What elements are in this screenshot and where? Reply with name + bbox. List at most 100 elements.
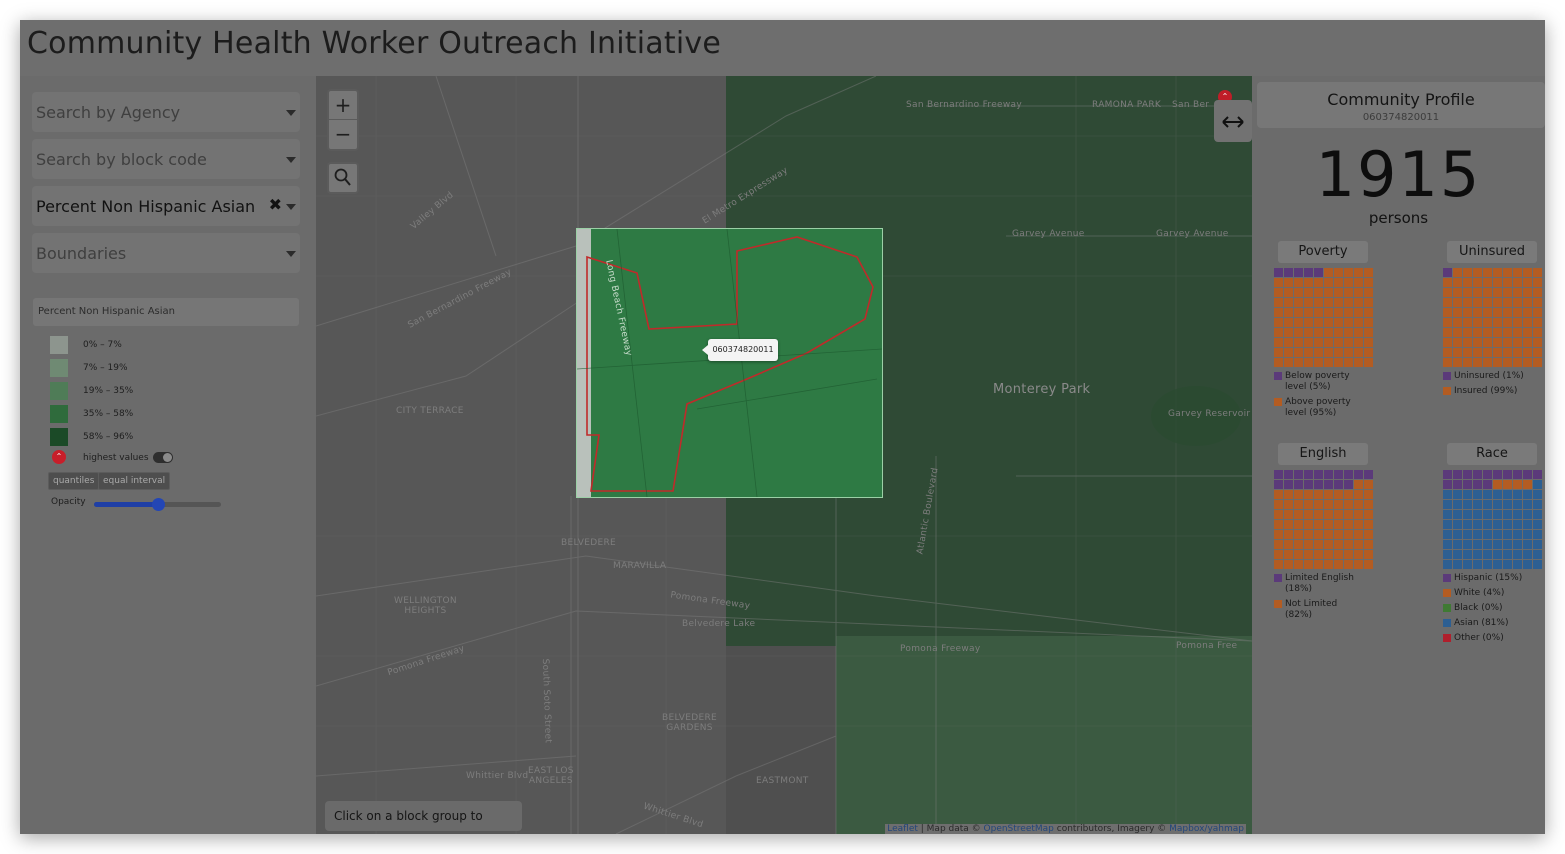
- waffle-cell: [1354, 530, 1363, 539]
- waffle-cell: [1523, 348, 1532, 357]
- leaflet-link[interactable]: Leaflet: [887, 824, 918, 834]
- variable-dropdown[interactable]: Percent Non Hispanic Asian ✖: [32, 186, 300, 226]
- waffle-cell: [1503, 550, 1512, 559]
- waffle-cell: [1324, 520, 1333, 529]
- waffle-cell: [1284, 560, 1293, 569]
- map-label-san-bernardino-fwy: San Bernardino Freeway: [906, 100, 1022, 110]
- waffle-cell: [1493, 298, 1502, 307]
- osm-link[interactable]: OpenStreetMap: [984, 824, 1054, 834]
- waffle-cell: [1523, 540, 1532, 549]
- map-search-button[interactable]: [327, 162, 359, 194]
- opacity-slider-handle[interactable]: [151, 498, 165, 511]
- waffle-cell: [1523, 470, 1532, 479]
- population-unit: persons: [1368, 209, 1429, 227]
- waffle-cell: [1493, 550, 1502, 559]
- zoom-in-button[interactable]: +: [329, 91, 357, 120]
- waffle-cell: [1533, 288, 1542, 297]
- waffle-cell: [1443, 268, 1452, 277]
- selected-block-group[interactable]: Long Beach Freeway: [576, 228, 883, 498]
- population-count: 1915: [1315, 138, 1482, 211]
- legend-label: 58% – 96%: [83, 432, 134, 442]
- chevron-down-icon: [286, 204, 296, 210]
- waffle-cell: [1513, 540, 1522, 549]
- waffle-cell: [1483, 510, 1492, 519]
- waffle-cell: [1354, 328, 1363, 337]
- waffle-cell: [1284, 318, 1293, 327]
- waffle-cell: [1453, 298, 1462, 307]
- waffle-cell: [1284, 288, 1293, 297]
- highest-values-toggle[interactable]: [153, 452, 173, 463]
- waffle-cell: [1443, 348, 1452, 357]
- waffle-cell: [1493, 328, 1502, 337]
- panel-header: Community Profile 060374820011: [1257, 82, 1545, 128]
- mapbox-link[interactable]: Mapbox/yahmap: [1169, 824, 1244, 834]
- waffle-cell: [1533, 480, 1542, 489]
- waffle-cell: [1344, 490, 1353, 499]
- waffle-cell: [1523, 490, 1532, 499]
- legend-swatch: [50, 336, 68, 354]
- attribution-text-2: contributors, Imagery ©: [1053, 824, 1170, 834]
- legend-label: 19% – 35%: [83, 386, 134, 396]
- waffle-cell: [1473, 520, 1482, 529]
- waffle-cell: [1354, 348, 1363, 357]
- chart-legend-label: Below poverty level (5%): [1285, 371, 1350, 392]
- waffle-cell: [1513, 328, 1522, 337]
- waffle-cell: [1523, 298, 1532, 307]
- legend-swatch: [50, 405, 68, 423]
- equal-interval-button[interactable]: equal interval: [98, 472, 171, 490]
- waffle-cell: [1473, 308, 1482, 317]
- waffle-cell: [1523, 268, 1532, 277]
- waffle-cell: [1324, 510, 1333, 519]
- agency-search-dropdown[interactable]: Search by Agency: [32, 92, 300, 132]
- waffle-cell: [1463, 530, 1472, 539]
- zoom-out-button[interactable]: −: [329, 120, 357, 149]
- waffle-cell: [1354, 278, 1363, 287]
- waffle-cell: [1453, 530, 1462, 539]
- waffle-cell: [1503, 308, 1512, 317]
- quantiles-button[interactable]: quantiles: [48, 472, 100, 490]
- waffle-cell: [1284, 348, 1293, 357]
- chart-legend-swatch: [1443, 387, 1451, 395]
- waffle-cell: [1523, 520, 1532, 529]
- zoom-control: + −: [327, 89, 359, 151]
- opacity-slider[interactable]: [94, 498, 221, 511]
- waffle-cell: [1483, 318, 1492, 327]
- waffle-cell: [1354, 470, 1363, 479]
- waffle-chart: [1443, 268, 1542, 367]
- map-attribution: Leaflet | Map data © OpenStreetMap contr…: [885, 824, 1246, 834]
- waffle-cell: [1314, 560, 1323, 569]
- toggle-panel-button[interactable]: [1214, 100, 1252, 142]
- waffle-cell: [1364, 358, 1373, 367]
- map[interactable]: Monterey Park CITY TERRACE BELVEDERE MAR…: [316, 76, 1252, 834]
- waffle-cell: [1483, 338, 1492, 347]
- waffle-cell: [1493, 530, 1502, 539]
- block-code-search-dropdown[interactable]: Search by block code: [32, 139, 300, 179]
- map-label-garvey-avenue-2: Garvey Avenue: [1156, 229, 1229, 239]
- waffle-cell: [1284, 520, 1293, 529]
- waffle-cell: [1503, 298, 1512, 307]
- waffle-cell: [1523, 338, 1532, 347]
- waffle-cell: [1483, 490, 1492, 499]
- waffle-cell: [1354, 358, 1363, 367]
- waffle-cell: [1324, 480, 1333, 489]
- waffle-cell: [1473, 268, 1482, 277]
- attribution-text-1: | Map data ©: [917, 824, 984, 834]
- waffle-cell: [1334, 520, 1343, 529]
- waffle-cell: [1503, 530, 1512, 539]
- boundaries-dropdown[interactable]: Boundaries: [32, 233, 300, 273]
- waffle-cell: [1523, 288, 1532, 297]
- waffle-cell: [1304, 288, 1313, 297]
- waffle-cell: [1453, 520, 1462, 529]
- waffle-cell: [1513, 480, 1522, 489]
- map-label-san-ber: San Ber: [1172, 100, 1210, 110]
- waffle-cell: [1314, 500, 1323, 509]
- block-code: 060374820011: [1362, 112, 1440, 123]
- waffle-cell: [1533, 540, 1542, 549]
- waffle-cell: [1304, 308, 1313, 317]
- waffle-cell: [1503, 480, 1512, 489]
- waffle-cell: [1314, 530, 1323, 539]
- waffle-cell: [1294, 470, 1303, 479]
- waffle-cell: [1304, 268, 1313, 277]
- clear-icon[interactable]: ✖: [269, 195, 282, 214]
- waffle-cell: [1473, 560, 1482, 569]
